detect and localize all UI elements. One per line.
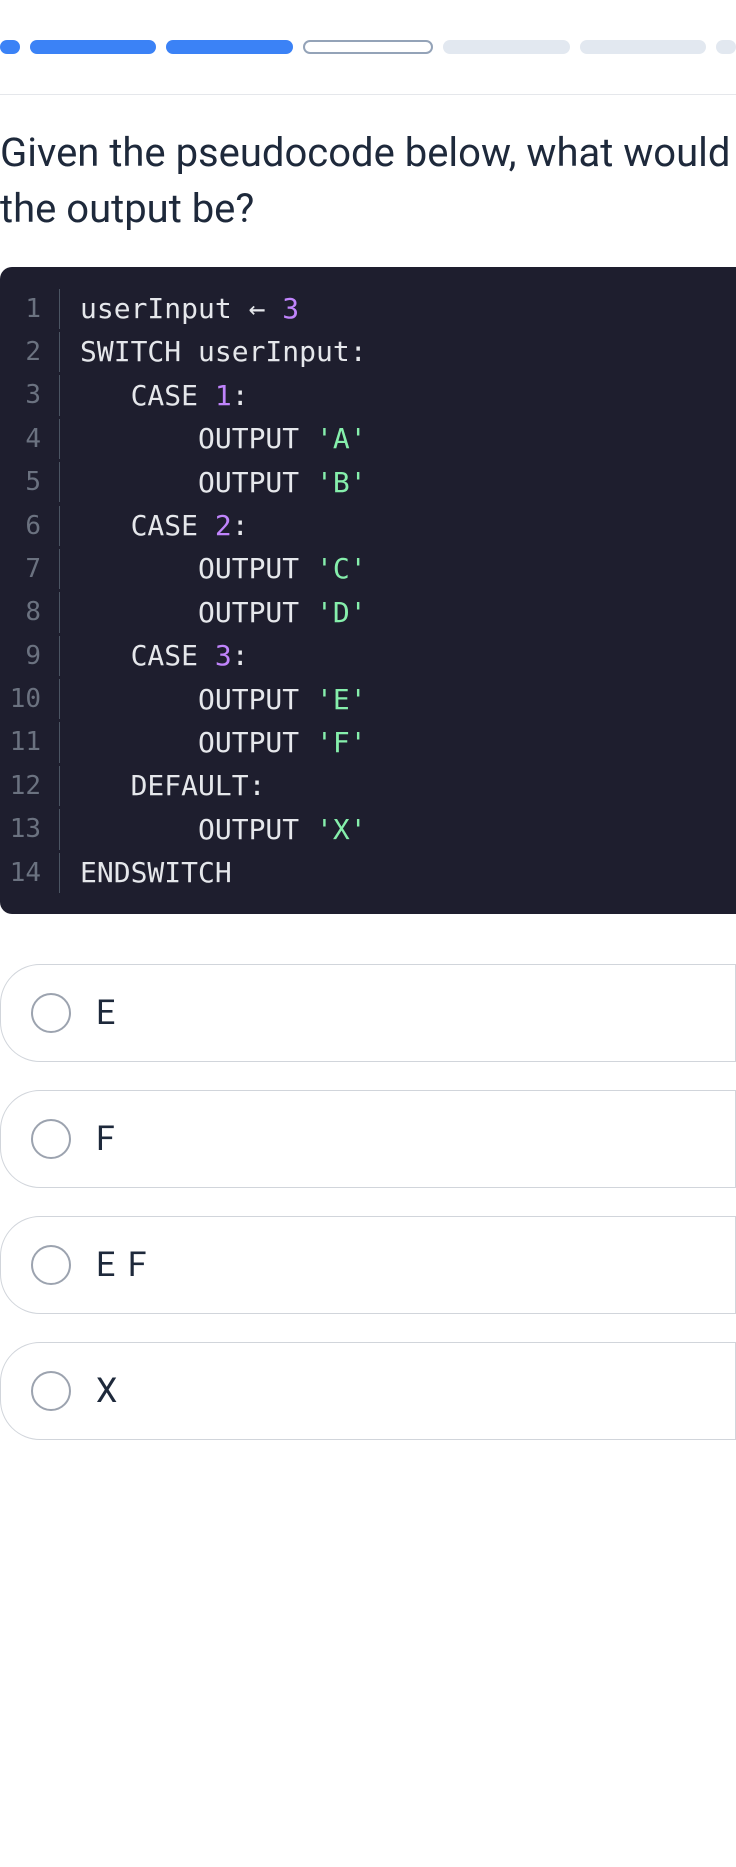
progress-bar — [0, 0, 736, 94]
line-number: 5 — [0, 462, 60, 502]
progress-seg — [716, 40, 736, 54]
code-line: 3 CASE 1: — [0, 374, 736, 417]
line-number: 8 — [0, 592, 60, 632]
line-number: 6 — [0, 506, 60, 546]
code-block: 1userInput ← 32SWITCH userInput:3 CASE 1… — [0, 267, 736, 914]
code-line: 2 SWITCH userInput: — [0, 330, 736, 373]
code-line: 8 OUTPUT 'D' — [0, 591, 736, 634]
option-label: F — [96, 1119, 117, 1159]
code-text: OUTPUT 'C' — [80, 547, 367, 590]
code-text: DEFAULT: — [80, 764, 265, 807]
option-label: X — [96, 1371, 119, 1411]
code-line: 9 CASE 3: — [0, 634, 736, 677]
code-line: 12 DEFAULT: — [0, 764, 736, 807]
code-text: CASE 1: — [80, 374, 249, 417]
answer-option-2[interactable]: E F — [0, 1216, 736, 1314]
divider — [0, 94, 736, 95]
code-line: 14 ENDSWITCH — [0, 851, 736, 894]
line-number: 1 — [0, 289, 60, 329]
radio-button[interactable] — [31, 1245, 71, 1285]
code-line: 6 CASE 2: — [0, 504, 736, 547]
code-line: 11 OUTPUT 'F' — [0, 721, 736, 764]
progress-seg — [30, 40, 156, 54]
code-text: OUTPUT 'F' — [80, 721, 367, 764]
radio-button[interactable] — [31, 1371, 71, 1411]
code-text: SWITCH userInput: — [80, 330, 367, 373]
line-number: 3 — [0, 375, 60, 415]
code-text: OUTPUT 'B' — [80, 461, 367, 504]
radio-button[interactable] — [31, 1119, 71, 1159]
progress-seg — [443, 40, 569, 54]
progress-seg — [0, 40, 20, 54]
code-text: ENDSWITCH — [80, 851, 232, 894]
code-text: OUTPUT 'D' — [80, 591, 367, 634]
code-text: OUTPUT 'A' — [80, 417, 367, 460]
answer-option-0[interactable]: E — [0, 964, 736, 1062]
progress-seg — [580, 40, 706, 54]
radio-button[interactable] — [31, 993, 71, 1033]
answer-option-1[interactable]: F — [0, 1090, 736, 1188]
option-label: E F — [96, 1245, 149, 1285]
code-line: 5 OUTPUT 'B' — [0, 461, 736, 504]
code-text: CASE 3: — [80, 634, 249, 677]
line-number: 4 — [0, 419, 60, 459]
code-text: CASE 2: — [80, 504, 249, 547]
line-number: 12 — [0, 766, 60, 806]
progress-seg-current — [303, 40, 433, 54]
line-number: 7 — [0, 549, 60, 589]
code-text: OUTPUT 'X' — [80, 808, 367, 851]
line-number: 9 — [0, 636, 60, 676]
code-line: 7 OUTPUT 'C' — [0, 547, 736, 590]
answer-option-3[interactable]: X — [0, 1342, 736, 1440]
code-text: userInput ← 3 — [80, 287, 299, 330]
progress-seg — [166, 40, 292, 54]
line-number: 14 — [0, 853, 60, 893]
question-text: Given the pseudocode below, what would t… — [0, 125, 736, 267]
option-label: E — [96, 993, 117, 1033]
code-line: 13 OUTPUT 'X' — [0, 808, 736, 851]
code-line: 4 OUTPUT 'A' — [0, 417, 736, 460]
line-number: 13 — [0, 809, 60, 849]
code-line: 1 userInput ← 3 — [0, 287, 736, 330]
line-number: 10 — [0, 679, 60, 719]
code-line: 10 OUTPUT 'E' — [0, 678, 736, 721]
line-number: 11 — [0, 722, 60, 762]
line-number: 2 — [0, 332, 60, 372]
code-text: OUTPUT 'E' — [80, 678, 367, 721]
